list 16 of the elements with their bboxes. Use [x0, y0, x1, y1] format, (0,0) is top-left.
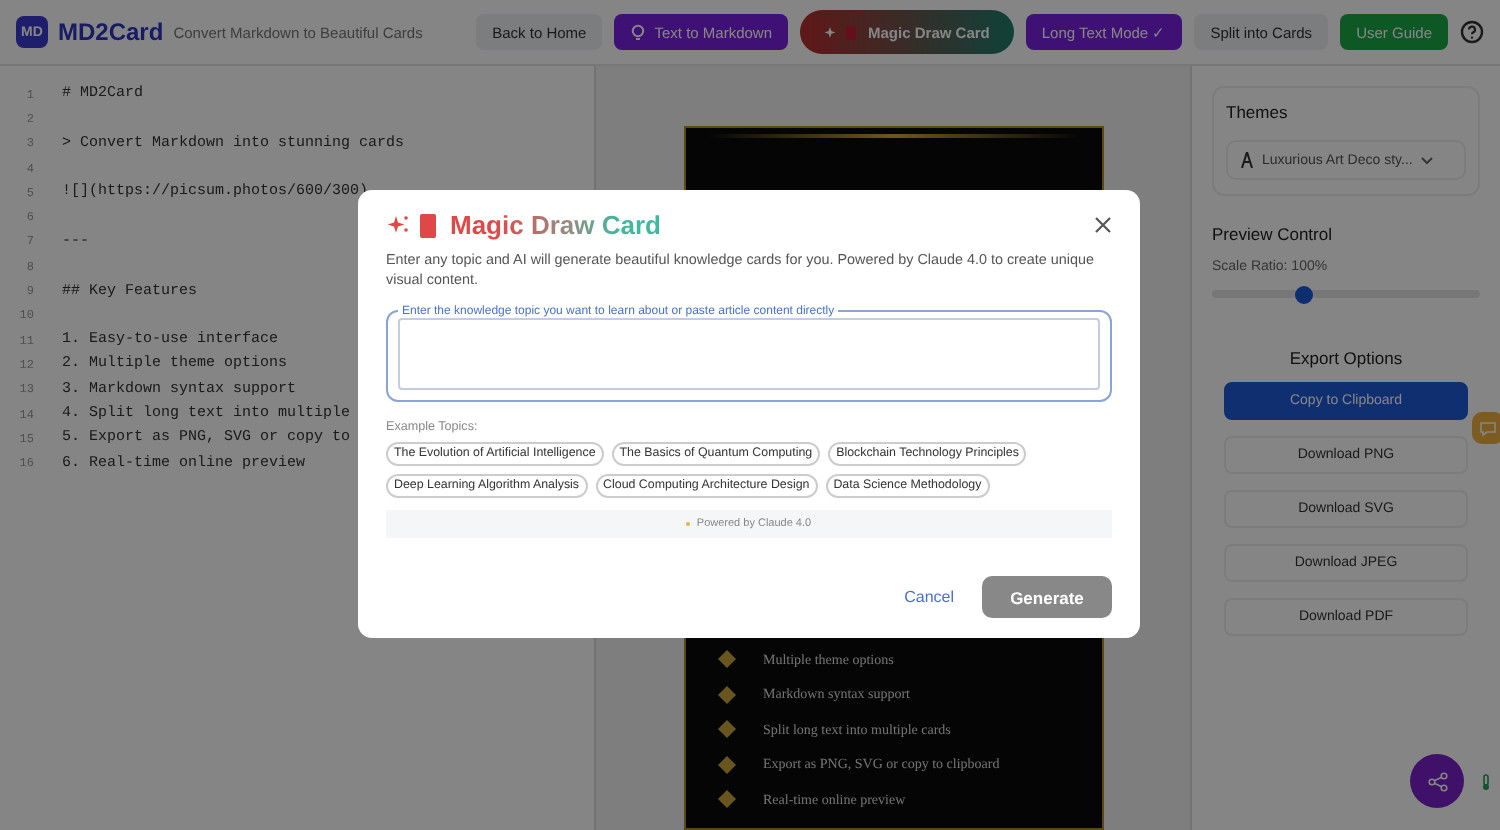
sparkle-card-icon	[386, 211, 442, 239]
sparkle-card-icon	[824, 23, 861, 41]
lightbulb-icon	[630, 23, 647, 41]
share-icon	[1427, 771, 1447, 791]
close-icon[interactable]	[1094, 216, 1112, 234]
app-title: MD2Card	[58, 18, 164, 46]
section-title: Export Options	[1289, 348, 1403, 368]
letter-a-icon	[1240, 152, 1254, 168]
comment-icon	[1480, 421, 1496, 435]
chevron-down-icon	[1420, 155, 1435, 165]
cancel-button[interactable]: Cancel	[892, 586, 966, 608]
section-title: Themes	[1226, 102, 1290, 122]
help-icon[interactable]	[1460, 20, 1484, 44]
section-title: Preview Control	[1212, 224, 1334, 244]
slider-thumb[interactable]	[1294, 285, 1313, 303]
dialog-title: Magic Draw Card	[450, 210, 661, 240]
